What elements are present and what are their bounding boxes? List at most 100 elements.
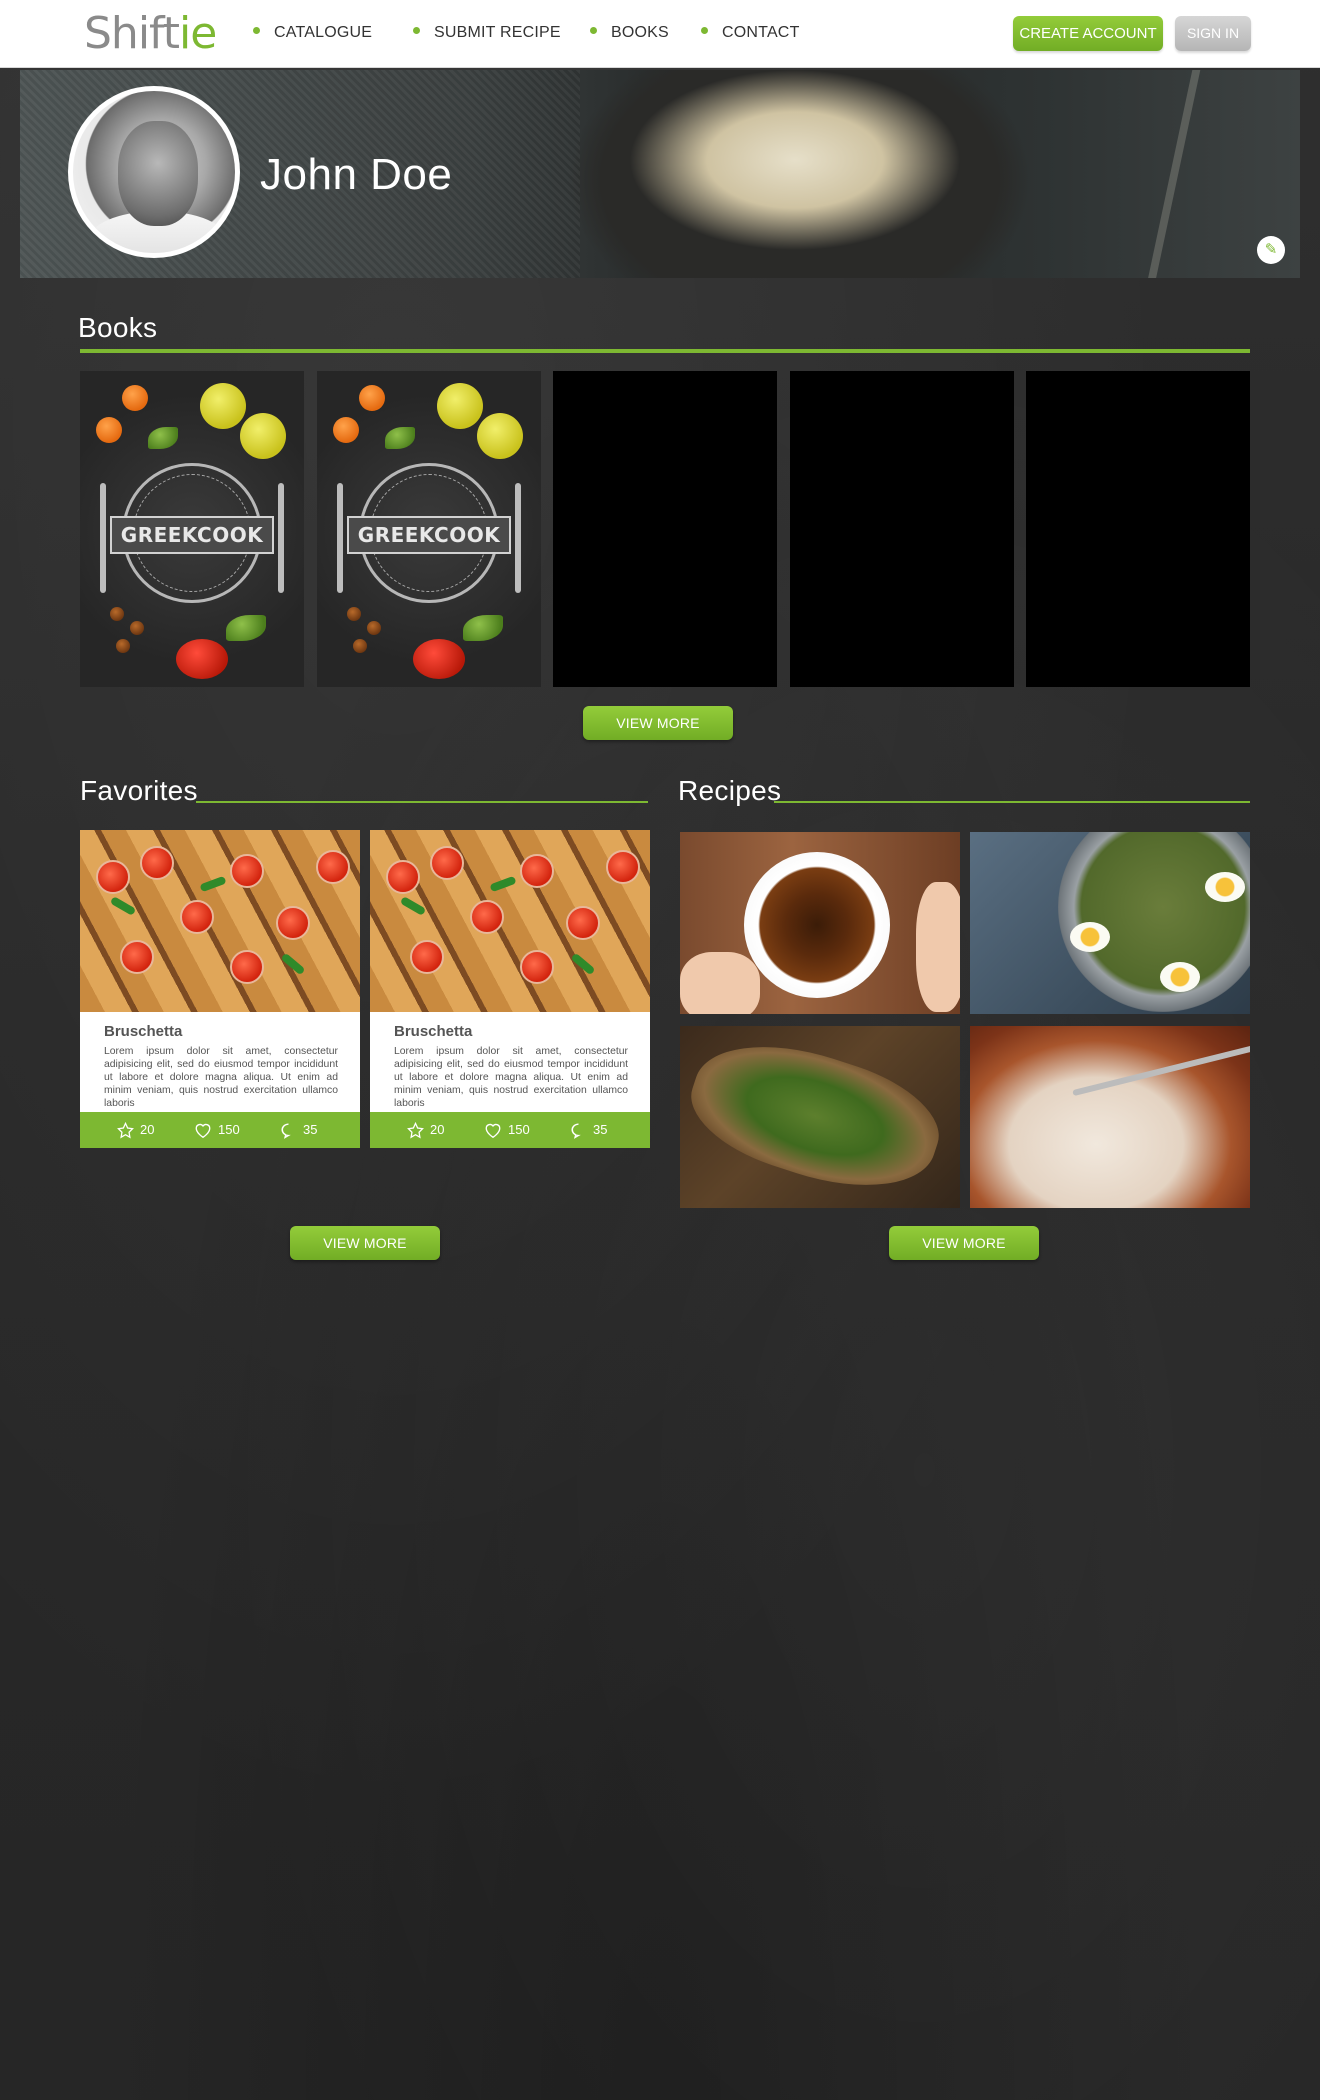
books-divider [80,349,1250,353]
tomato-image [140,846,174,880]
lemon-image [437,383,483,429]
card-description: Lorem ipsum dolor sit amet, consectetur … [394,1046,628,1109]
nav-item-catalogue[interactable]: CATALOGUE [253,24,372,42]
likes-count: 150 [508,1122,530,1137]
basil-image [280,952,306,976]
recipe-thumbnail-noodles[interactable] [680,832,960,1014]
hero-fork-decoration [1145,70,1255,278]
basil-image [570,952,596,976]
create-account-button[interactable]: CREATE ACCOUNT [1013,16,1163,51]
knife-drawing [515,483,521,593]
logo-text-accent: ie [179,8,217,59]
edit-pencil-icon[interactable]: ✎ [1257,236,1285,264]
fork-drawing [100,483,106,593]
basil-image [199,875,227,893]
egg-image [1070,922,1110,952]
tomato-image [386,860,420,894]
recipes-divider [774,801,1250,803]
likes-stat[interactable]: 150 [194,1121,240,1139]
book-cover[interactable]: GREEKCOOK [317,371,541,687]
fork-image [1072,1041,1250,1097]
star-icon [117,1121,134,1139]
book-placeholder[interactable] [1026,371,1250,687]
tomato-image [520,950,554,984]
logo-text-main: Shift [84,8,180,59]
tomato-image [96,860,130,894]
stars-stat[interactable]: 20 [117,1121,154,1139]
nav-label: CONTACT [722,24,800,41]
stars-stat[interactable]: 20 [407,1121,444,1139]
likes-stat[interactable]: 150 [484,1121,530,1139]
top-header: Shiftie CATALOGUE SUBMIT RECIPE BOOKS CO… [0,0,1320,68]
nav-item-submit-recipe[interactable]: SUBMIT RECIPE [413,24,561,42]
tomato-image [180,900,214,934]
shiftie-logo[interactable]: Shiftie [84,8,217,60]
book-placeholder[interactable] [790,371,1014,687]
recipes-view-more-button[interactable]: VIEW MORE [889,1226,1039,1260]
comments-stat[interactable]: 35 [280,1121,317,1139]
orange-slice-image [96,417,122,443]
avatar [68,86,240,258]
bullet-icon [413,27,420,35]
likes-count: 150 [218,1122,240,1137]
fork-drawing [337,483,343,593]
tomato-image [520,854,554,888]
favorite-recipe-card[interactable]: Bruschetta Lorem ipsum dolor sit amet, c… [370,830,650,1148]
comment-icon [571,1123,581,1139]
red-pepper-image [176,639,228,679]
nut-image [110,607,124,621]
orange-slice-image [333,417,359,443]
book-cover-title: GREEKCOOK [347,516,511,554]
recipe-thumbnail-salad[interactable] [970,832,1250,1014]
lemon-image [477,413,523,459]
hand-image [916,882,960,1012]
tomato-image [606,850,640,884]
nav-item-contact[interactable]: CONTACT [701,24,800,42]
sign-in-button[interactable]: SIGN IN [1175,16,1251,51]
nav-label: BOOKS [611,24,669,41]
egg-image [1205,872,1245,902]
bullet-icon [253,27,260,35]
books-section-title: Books [78,312,158,343]
orange-slice-image [359,385,385,411]
nav-label: CATALOGUE [274,24,373,41]
card-description: Lorem ipsum dolor sit amet, consectetur … [104,1046,338,1109]
leaf-image [385,427,415,449]
card-stats-bar: 20 150 35 [80,1112,360,1148]
red-pepper-image [413,639,465,679]
tomato-image [470,900,504,934]
nut-image [347,607,361,621]
recipes-section-title: Recipes [678,775,782,806]
bruschetta-photo [80,830,360,1012]
knife-drawing [278,483,284,593]
tomato-image [430,846,464,880]
favorites-view-more-button[interactable]: VIEW MORE [290,1226,440,1260]
books-view-more-button[interactable]: VIEW MORE [583,706,733,740]
tomato-image [316,850,350,884]
hand-image [680,952,760,1014]
book-placeholder[interactable] [553,371,777,687]
nut-image [353,639,367,653]
comments-count: 35 [303,1122,318,1137]
bullet-icon [590,27,597,35]
nav-item-books[interactable]: BOOKS [590,24,669,42]
favorites-section-title: Favorites [80,775,198,806]
heart-icon [485,1123,501,1139]
book-cover[interactable]: GREEKCOOK [80,371,304,687]
recipe-thumbnail-rice[interactable] [970,1026,1250,1208]
nav-label: SUBMIT RECIPE [434,24,561,41]
noodle-bowl-image [744,852,890,998]
baked-fish-image [680,1026,953,1208]
recipe-thumbnail-fish[interactable] [680,1026,960,1208]
basil-leaf-image [226,615,266,641]
book-cover-title: GREEKCOOK [110,516,274,554]
nut-image [367,621,381,635]
basil-image [399,896,427,916]
orange-slice-image [122,385,148,411]
favorite-recipe-card[interactable]: Bruschetta Lorem ipsum dolor sit amet, c… [80,830,360,1148]
comments-stat[interactable]: 35 [570,1121,607,1139]
avatar-face [118,121,198,226]
tomato-image [566,906,600,940]
basil-image [109,896,137,916]
nut-image [130,621,144,635]
